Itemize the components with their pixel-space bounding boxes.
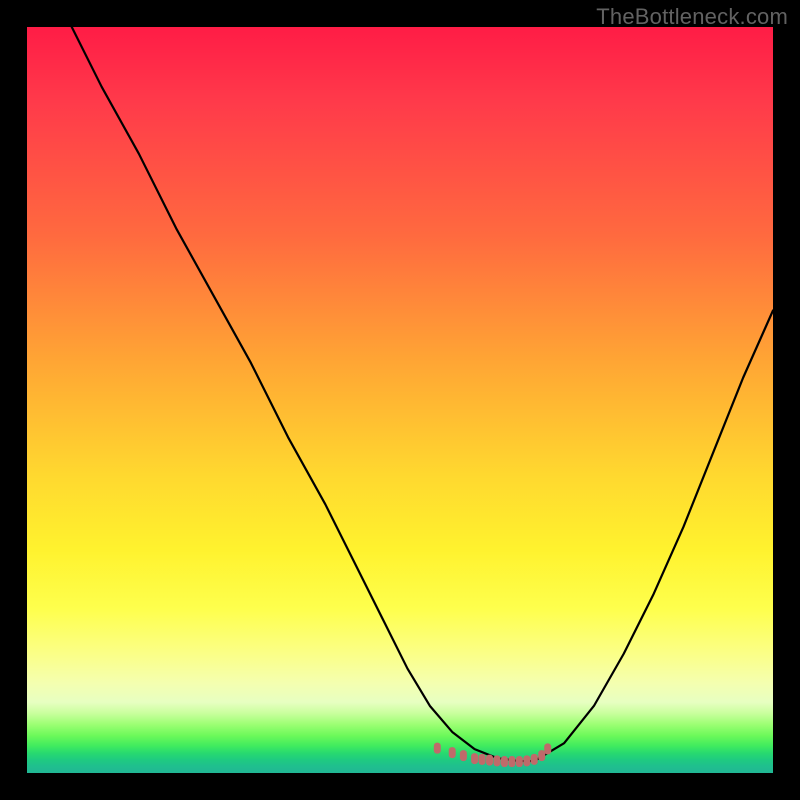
gradient-background — [27, 27, 773, 773]
chart-frame: TheBottleneck.com — [0, 0, 800, 800]
plot-area — [27, 27, 773, 773]
